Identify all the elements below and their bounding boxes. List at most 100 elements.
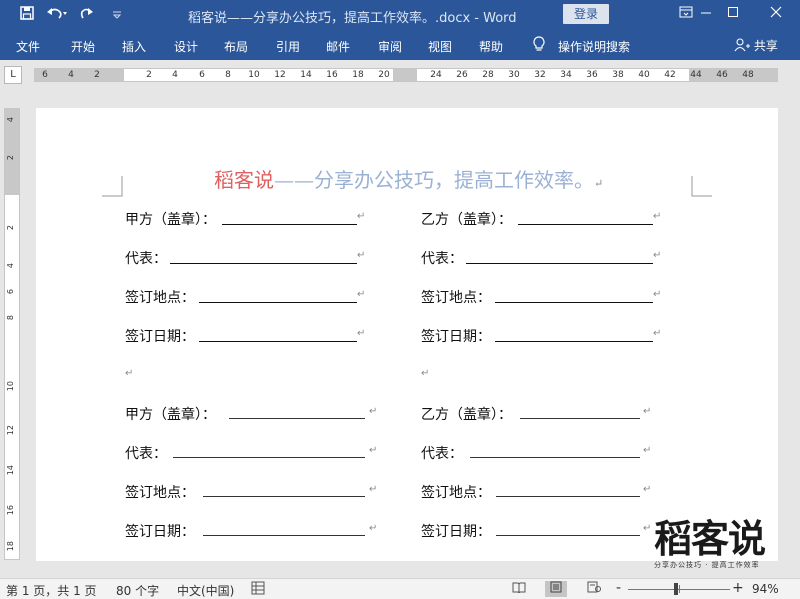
party-b-place-blank[interactable] [496,496,640,497]
close-icon[interactable] [766,5,786,23]
share-label: 共享 [753,39,778,53]
word-count[interactable]: 80 个字 [116,582,159,599]
party-b-date-blank[interactable] [495,341,653,342]
party-a-seal-blank[interactable] [222,224,357,225]
paragraph-mark: ↵ [357,289,366,300]
zoom-slider-thumb[interactable] [673,583,678,595]
party-b-representative-blank[interactable] [470,457,640,458]
paragraph-mark: ↵ [653,289,662,300]
paragraph-mark: ↵ [421,368,430,379]
undo-icon[interactable] [42,6,72,24]
ruler-number: 48 [742,70,754,80]
ruler-number: 32 [534,70,546,80]
ruler-number: 12 [274,70,286,80]
ruler-number: 4 [172,70,178,80]
party-b-seal-blank[interactable] [520,418,640,419]
vertical-ruler[interactable]: 4 2 2 4 6 8 10 12 14 16 18 [4,108,20,560]
logo-tagline: 分享办公技巧 · 提高工作效率 [654,561,760,569]
ruler-number: 30 [508,70,520,80]
ruler-number: 34 [560,70,572,80]
party-a-date-blank[interactable] [199,341,357,342]
zoom-level[interactable]: 94% [752,582,779,596]
ruler-number: 4 [6,263,15,269]
party-a-seal-blank[interactable] [229,418,365,419]
party-b-seal-blank[interactable] [518,224,653,225]
tab-help[interactable]: 帮助 [479,38,503,55]
maximize-icon[interactable] [723,5,743,23]
status-bar: 第 1 页，共 1 页 80 个字 中文(中国) - + 94% [0,578,800,599]
tab-mailings[interactable]: 邮件 [326,38,350,55]
redo-icon[interactable] [72,6,102,24]
language-indicator[interactable]: 中文(中国) [177,582,234,599]
party-b-place-blank[interactable] [495,302,653,303]
paragraph-mark: ↵ [643,406,652,417]
party-a-place-blank[interactable] [199,302,357,303]
tab-selector-button[interactable]: L [4,66,22,84]
party-a-place-blank[interactable] [203,496,365,497]
login-button[interactable]: 登录 [563,4,609,24]
person-add-icon [734,38,750,52]
ruler-number: 26 [456,70,468,80]
ruler-number: 18 [352,70,364,80]
party-a-representative-blank[interactable] [170,263,357,264]
share-button[interactable]: 共享 [734,37,778,54]
ruler-number: 10 [248,70,260,80]
party-b-representative-blank[interactable] [466,263,653,264]
party-a-seal-label: 甲方（盖章）： [125,407,216,423]
zoom-center-tick [679,585,680,593]
horizontal-ruler[interactable]: 6 4 2 2 4 6 8 10 12 14 16 18 20 24 26 28… [34,68,778,82]
accessibility-icon[interactable] [251,581,265,598]
tell-me-search[interactable]: 操作说明搜索 [558,38,630,55]
ruler-number: 6 [199,70,205,80]
party-a-place-label: 签订地点： [125,290,195,306]
ruler-number: 2 [6,155,15,161]
page-count[interactable]: 第 1 页，共 1 页 [6,582,97,599]
title-brand: 稻客说 [214,168,274,192]
ruler-number: 44 [690,70,702,80]
party-a-date-blank[interactable] [203,535,365,536]
window-title: 稻客说——分享办公技巧，提高工作效率。.docx - Word [188,11,517,26]
ruler-number: 40 [638,70,650,80]
tab-references[interactable]: 引用 [276,38,300,55]
ruler-number: 8 [225,70,231,80]
ruler-number: 36 [586,70,598,80]
ruler-number: 14 [300,70,312,80]
party-b-date-blank[interactable] [496,535,640,536]
tab-design[interactable]: 设计 [174,38,198,55]
tab-home[interactable]: 开始 [71,38,95,55]
print-layout-icon[interactable] [545,581,567,597]
zoom-in-button[interactable]: + [732,580,744,596]
party-a-seal-label: 甲方（盖章）： [125,212,216,228]
ruler-number: 38 [612,70,624,80]
restore-ribbon-icon[interactable] [676,5,696,23]
tab-insert[interactable]: 插入 [122,38,146,55]
tab-file[interactable]: 文件 [16,38,40,55]
ruler-number: 12 [6,425,15,436]
tab-review[interactable]: 审阅 [378,38,402,55]
ruler-number: 2 [6,225,15,231]
read-mode-icon[interactable] [508,581,530,597]
party-a-representative-label: 代表： [125,446,167,462]
party-a-representative-blank[interactable] [173,457,365,458]
save-icon[interactable] [12,6,42,24]
ruler-number: 46 [716,70,728,80]
paragraph-mark: ↵ [125,368,134,379]
party-b-seal-label: 乙方（盖章）： [421,407,512,423]
zoom-out-button[interactable]: - [616,580,621,596]
ruler-number: 16 [326,70,338,80]
paragraph-mark: ↵ [653,328,662,339]
minimize-icon[interactable] [696,5,716,23]
ruler-number: 2 [94,70,100,80]
ruler-number: 42 [664,70,676,80]
web-layout-icon[interactable] [583,581,605,597]
column-gap-area [393,69,417,81]
tab-view[interactable]: 视图 [428,38,452,55]
ruler-number: 4 [6,117,15,123]
paragraph-mark: ↵ [643,523,652,534]
ruler-number: 6 [6,289,15,295]
ruler-number: 28 [482,70,494,80]
tab-layout[interactable]: 布局 [224,38,248,55]
lightbulb-icon[interactable] [532,36,546,53]
party-b-date-label: 签订日期： [421,329,491,345]
customize-icon[interactable] [102,6,132,24]
